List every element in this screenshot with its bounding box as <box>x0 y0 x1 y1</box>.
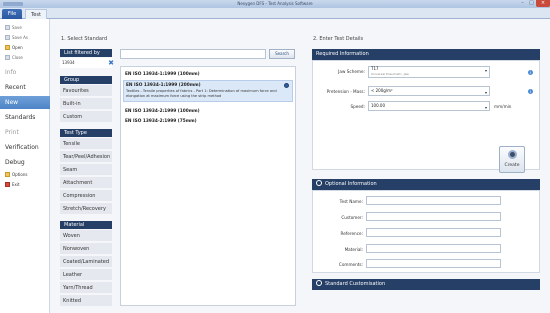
speed-label: Speed: <box>350 104 365 109</box>
title-bar: Nexygen DFS - Test Analysis Software – □… <box>0 0 550 8</box>
create-icon <box>508 150 517 159</box>
test-type-item-tensile[interactable]: Tensile <box>60 138 112 150</box>
result-item[interactable]: EN ISO 13934-2:1999 (75mm) <box>123 117 293 126</box>
test-name-label: Test Name: <box>339 199 363 204</box>
material-item-coated[interactable]: Coated/Laminated <box>60 256 112 268</box>
backstage-tab-info[interactable]: Info <box>0 66 50 79</box>
required-info-header: Required Information <box>312 49 540 60</box>
test-name-field[interactable] <box>366 196 501 205</box>
reference-label: Reference: <box>340 231 364 236</box>
result-item[interactable]: EN ISO 13934-1:1999 (100mm) <box>123 70 293 79</box>
chevron-down-icon: ▾ <box>484 105 487 110</box>
pretension-dropdown[interactable]: < 200g/m² ▾ <box>368 86 490 96</box>
save-as-icon <box>5 34 10 40</box>
exit-icon <box>5 181 10 187</box>
close-icon[interactable]: × <box>536 0 550 7</box>
settings-gear-icon[interactable] <box>284 83 289 88</box>
standard-customisation-header[interactable]: Standard Customisation <box>312 279 540 290</box>
backstage-tab-standards[interactable]: Standards <box>0 111 50 124</box>
speed-units: mm/min <box>494 104 512 109</box>
filter-value: 13934 <box>60 58 112 68</box>
material-item-leather[interactable]: Leather <box>60 269 112 281</box>
options-command[interactable]: Options <box>5 170 27 178</box>
main-content: 1. Select Standard List filtered by 1393… <box>51 19 550 313</box>
material-label: Material: <box>344 247 363 252</box>
exit-command[interactable]: Exit <box>5 180 20 188</box>
backstage-tab-debug[interactable]: Debug <box>0 156 50 169</box>
material-item-woven[interactable]: Woven <box>60 230 112 242</box>
close-document-icon <box>5 54 10 60</box>
test-type-header: Test Type <box>60 129 112 137</box>
clear-filter-icon[interactable]: ✖ <box>107 58 115 68</box>
maximize-icon[interactable]: □ <box>527 0 536 7</box>
pretension-label: Pretension - Mass: <box>326 89 365 94</box>
backstage-tab-print[interactable]: Print <box>0 126 50 139</box>
window-title: Nexygen DFS - Test Analysis Software <box>237 1 313 6</box>
open-command[interactable]: Open <box>5 43 23 51</box>
test-type-item-tear[interactable]: Tear/Peel/Adhesion <box>60 151 112 163</box>
backstage-nav: Save Save As Open Close Info Recent New … <box>0 19 50 313</box>
group-item-built-in[interactable]: Built-in <box>60 98 112 110</box>
material-field[interactable] <box>366 244 501 253</box>
open-folder-icon <box>5 44 10 50</box>
test-type-item-stretch[interactable]: Stretch/Recovery <box>60 203 112 215</box>
chevron-down-icon: ▾ <box>484 68 487 73</box>
info-icon[interactable]: i <box>528 89 533 94</box>
options-icon <box>5 171 10 177</box>
test-type-item-attachment[interactable]: Attachment <box>60 177 112 189</box>
material-item-knitted[interactable]: Knitted <box>60 295 112 307</box>
backstage-tab-new[interactable]: New <box>0 96 50 109</box>
comments-field[interactable] <box>366 259 501 268</box>
tab-file[interactable]: File <box>2 9 22 19</box>
tab-test[interactable]: Test <box>25 9 47 19</box>
group-item-custom[interactable]: Custom <box>60 111 112 123</box>
create-button[interactable]: Create <box>499 146 525 173</box>
test-details-heading: 2. Enter Test Details <box>313 36 364 42</box>
material-header: Material <box>60 221 112 229</box>
expand-icon[interactable] <box>316 280 322 286</box>
standards-result-list: EN ISO 13934-1:1999 (100mm) EN ISO 13934… <box>120 66 296 306</box>
material-item-nonwoven[interactable]: Nonwoven <box>60 243 112 255</box>
save-as-command[interactable]: Save As <box>5 33 28 41</box>
standard-search-input[interactable] <box>120 49 266 59</box>
customer-label: Customer: <box>341 215 363 220</box>
window-controls: – □ × <box>518 0 550 8</box>
info-icon[interactable]: i <box>528 70 533 75</box>
close-document-command[interactable]: Close <box>5 53 23 61</box>
backstage-tab-recent[interactable]: Recent <box>0 81 50 94</box>
chevron-down-icon: ▾ <box>484 90 487 95</box>
material-item-yarn[interactable]: Yarn/Thread <box>60 282 112 294</box>
jaw-scheme-label: Jaw Scheme: <box>338 69 365 74</box>
ribbon-tab-bar: File Test <box>0 8 550 19</box>
reference-field[interactable] <box>366 228 501 237</box>
optional-info-header: Optional Information <box>312 179 540 190</box>
filter-header: List filtered by <box>60 49 112 57</box>
speed-dropdown[interactable]: 100.00 ▾ <box>368 101 490 111</box>
search-button[interactable]: Search <box>269 49 295 59</box>
save-icon <box>5 24 10 30</box>
group-header: Group <box>60 76 112 84</box>
test-type-item-compression[interactable]: Compression <box>60 190 112 202</box>
customer-field[interactable] <box>366 212 501 221</box>
minimize-icon[interactable]: – <box>518 0 527 7</box>
backstage-tab-verification[interactable]: Verification <box>0 141 50 154</box>
save-command[interactable]: Save <box>5 23 22 31</box>
collapse-icon[interactable] <box>316 180 322 186</box>
jaw-scheme-dropdown[interactable]: T17 Universal Pneumatic, Jaw ▾ <box>368 66 490 78</box>
select-standard-heading: 1. Select Standard <box>61 36 108 42</box>
result-item-selected[interactable]: EN ISO 13934-1:1999 (200mm) Textiles - T… <box>123 80 293 102</box>
group-item-favourites[interactable]: Favourites <box>60 85 112 97</box>
result-item[interactable]: EN ISO 13934-2:1999 (100mm) <box>123 107 293 116</box>
test-type-item-seam[interactable]: Seam <box>60 164 112 176</box>
comments-label: Comments: <box>338 262 363 267</box>
